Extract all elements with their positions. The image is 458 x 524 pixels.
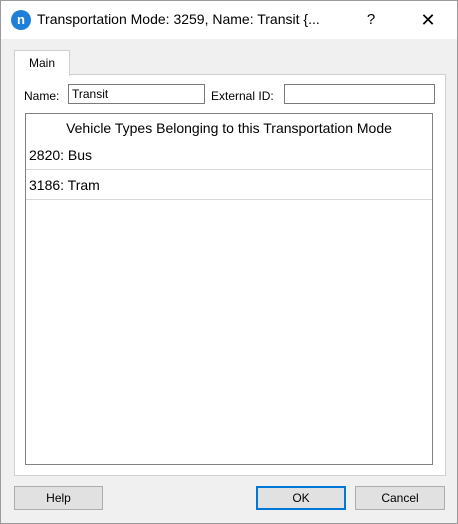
list-header: Vehicle Types Belonging to this Transpor… xyxy=(66,120,392,136)
external-id-label: External ID: xyxy=(211,89,274,103)
dialog-window: n Transportation Mode: 3259, Name: Trans… xyxy=(0,0,458,524)
vehicle-types-list[interactable]: Vehicle Types Belonging to this Transpor… xyxy=(25,113,433,465)
close-icon[interactable]: ✕ xyxy=(413,7,443,33)
name-field[interactable] xyxy=(68,84,205,104)
ok-button[interactable]: OK xyxy=(256,486,346,510)
cancel-button[interactable]: Cancel xyxy=(355,486,445,510)
app-logo-icon: n xyxy=(11,10,31,30)
name-label: Name: xyxy=(24,89,60,103)
list-item[interactable]: 3186: Tram xyxy=(26,171,432,200)
tab-panel-main: Name: External ID: Vehicle Types Belongi… xyxy=(14,74,446,476)
tab-main[interactable]: Main xyxy=(14,50,70,76)
help-icon[interactable]: ? xyxy=(357,7,385,33)
title-bar[interactable]: n Transportation Mode: 3259, Name: Trans… xyxy=(1,1,457,39)
external-id-field[interactable] xyxy=(284,84,435,104)
help-button[interactable]: Help xyxy=(14,486,103,510)
window-title: Transportation Mode: 3259, Name: Transit… xyxy=(37,11,320,27)
list-item[interactable]: 2820: Bus xyxy=(26,141,432,170)
